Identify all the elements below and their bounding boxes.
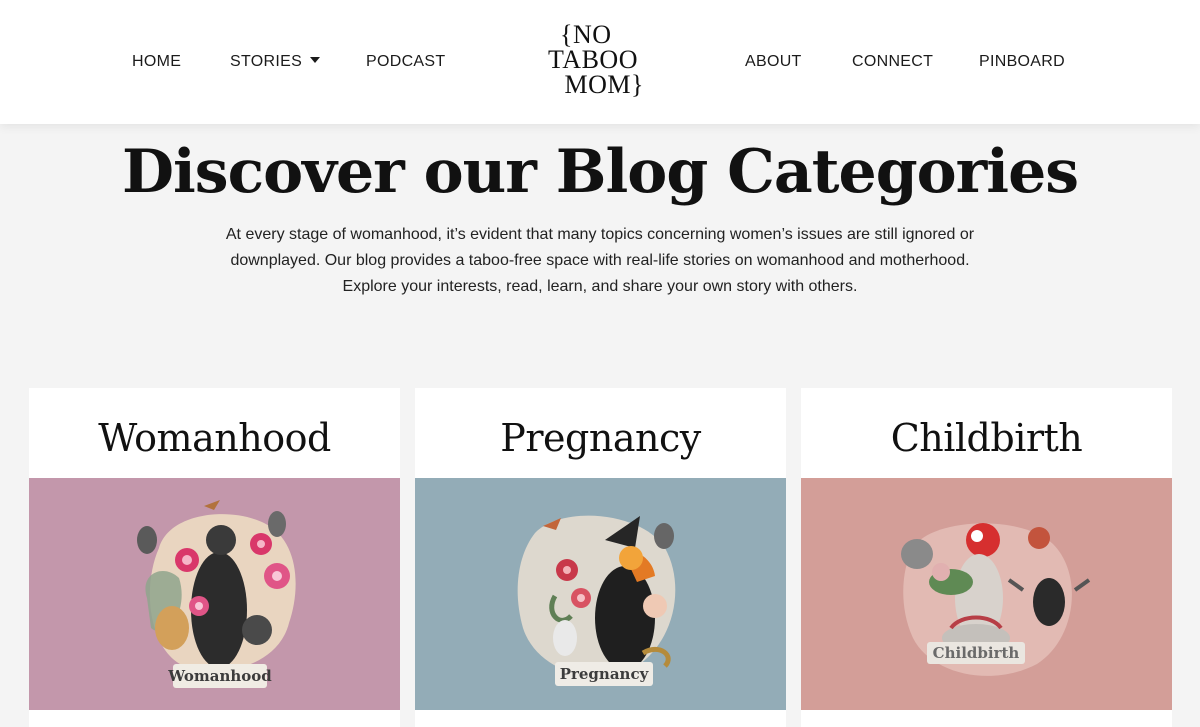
card-footer	[29, 710, 400, 727]
logo-line-1: {NO	[560, 20, 612, 49]
page-intro-text: At every stage of womanhood, it’s eviden…	[225, 226, 975, 295]
category-title: Childbirth	[890, 416, 1083, 460]
category-card-womanhood[interactable]: Womanhood Womanhood	[29, 388, 400, 727]
category-image[interactable]: Womanhood	[29, 478, 400, 710]
site-logo[interactable]: {NO TABOO MOM}	[528, 20, 658, 99]
category-image[interactable]: Pregnancy	[415, 478, 786, 710]
category-title: Pregnancy	[500, 416, 701, 460]
nav-stories-dropdown[interactable]: STORIES	[230, 52, 321, 72]
page-title: Discover our Blog Categories	[121, 137, 1079, 207]
collage-illustration: Womanhood	[29, 478, 400, 710]
nav-connect-link[interactable]: CONNECT	[852, 52, 933, 72]
category-image[interactable]: Childbirth	[801, 478, 1172, 710]
logo-line-3: MOM}	[564, 70, 644, 99]
category-card-childbirth[interactable]: Childbirth Childbirth	[801, 388, 1172, 727]
category-card-pregnancy[interactable]: Pregnancy Pregnancy	[415, 388, 786, 727]
card-footer	[415, 710, 786, 727]
category-title: Womanhood	[98, 416, 331, 460]
collage-illustration: Childbirth	[801, 478, 1172, 710]
nav-stories-label: STORIES	[230, 53, 303, 70]
image-caption: Childbirth	[933, 644, 1020, 662]
nav-pinboard-link[interactable]: PINBOARD	[979, 52, 1065, 72]
image-caption: Pregnancy	[560, 665, 650, 683]
collage-illustration: Pregnancy	[415, 478, 786, 710]
logo-line-2: TABOO	[548, 45, 638, 74]
nav-home-link[interactable]: HOME	[132, 52, 181, 72]
card-footer	[801, 710, 1172, 727]
image-caption: Womanhood	[167, 667, 272, 685]
nav-about-link[interactable]: ABOUT	[745, 52, 802, 72]
site-header: HOME STORIES PODCAST {NO TABOO MOM} ABOU…	[0, 0, 1200, 124]
caret-down-icon	[310, 57, 321, 63]
nav-podcast-link[interactable]: PODCAST	[366, 52, 445, 72]
